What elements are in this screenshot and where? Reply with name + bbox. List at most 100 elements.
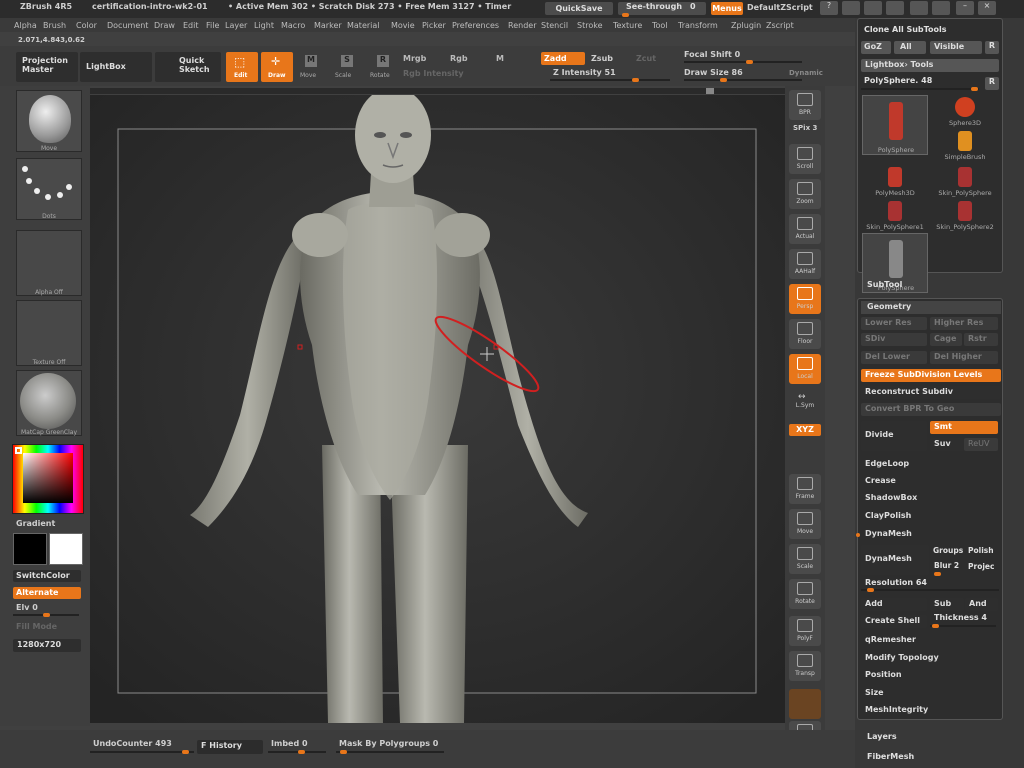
persp-button[interactable]: Persp <box>789 284 821 314</box>
m-button[interactable]: M <box>496 54 504 63</box>
focal-shift-slider[interactable]: Focal Shift 0 <box>684 50 804 64</box>
menus-button[interactable]: Menus <box>711 2 743 15</box>
position-section[interactable]: Position <box>861 669 1001 682</box>
default-zscript-button[interactable]: DefaultZScript <box>747 3 813 12</box>
lightbox-button[interactable]: LightBox <box>80 52 152 82</box>
document-canvas[interactable] <box>90 87 785 723</box>
polyf-button[interactable]: PolyF <box>789 616 821 646</box>
visible-button[interactable]: Visible <box>930 41 982 54</box>
mask-knob[interactable] <box>340 750 347 754</box>
draw-size-knob[interactable] <box>720 78 727 82</box>
tool-thumb-0[interactable]: PolySphere <box>862 95 928 155</box>
menu-draw[interactable]: Draw <box>154 21 175 30</box>
menu-alpha[interactable]: Alpha <box>14 21 37 30</box>
rotate-view-button[interactable]: Rotate <box>789 579 821 609</box>
menu-edit[interactable]: Edit <box>183 21 199 30</box>
close-icon[interactable]: × <box>978 1 996 15</box>
lsym-button[interactable]: ↔ L.Sym <box>789 392 821 412</box>
menu-transform[interactable]: Transform <box>678 21 718 30</box>
sub-button[interactable]: Sub <box>930 598 964 611</box>
lightbox-tools-button[interactable]: Lightbox› Tools <box>861 59 999 72</box>
menu-light[interactable]: Light <box>254 21 274 30</box>
lock-icon[interactable] <box>932 1 950 15</box>
see-through-slider[interactable]: See-through 0 <box>618 2 706 17</box>
del-higher-button[interactable]: Del Higher <box>930 351 998 364</box>
material-swatch[interactable] <box>789 689 821 719</box>
tool-thumb-3[interactable]: PolyMesh3D <box>862 165 928 199</box>
palette-icon[interactable] <box>886 1 904 15</box>
freeze-subdivision-button[interactable]: Freeze SubDivision Levels <box>861 369 1001 382</box>
tool-thumb-6[interactable]: Skin_PolySphere2 <box>932 199 998 233</box>
menu-zplugin[interactable]: Zplugin <box>731 21 761 30</box>
floor-button[interactable]: Floor <box>789 319 821 349</box>
menu-movie[interactable]: Movie <box>391 21 415 30</box>
tool-thumb-4[interactable]: Skin_PolySphere <box>932 165 998 199</box>
menu-stroke[interactable]: Stroke <box>577 21 603 30</box>
quick-sketch-button[interactable]: Quick Sketch <box>155 52 221 82</box>
reuv-button[interactable]: ReUV <box>964 438 998 451</box>
menu-document[interactable]: Document <box>107 21 148 30</box>
polysphere-knob[interactable] <box>971 87 978 91</box>
add-button[interactable]: Add <box>861 598 927 611</box>
mask-by-polygroups-slider[interactable]: Mask By Polygroups 0 <box>336 739 446 754</box>
claypolish-section[interactable]: ClayPolish <box>861 510 1001 523</box>
imbed-knob[interactable] <box>298 750 305 754</box>
polish-button[interactable]: Polish <box>968 546 994 555</box>
sdiv-slider[interactable]: SDiv <box>861 333 927 346</box>
edgeloop-section[interactable]: EdgeLoop <box>861 458 1001 471</box>
menu-macro[interactable]: Macro <box>281 21 305 30</box>
all-button[interactable]: All <box>894 41 926 54</box>
menu-render[interactable]: Render <box>508 21 536 30</box>
draw-size-slider[interactable]: Draw Size 86 <box>684 68 804 82</box>
edit-button[interactable]: ⬚ Edit <box>226 52 258 82</box>
primary-color-swatch[interactable] <box>13 533 47 565</box>
menu-picker[interactable]: Picker <box>422 21 446 30</box>
secondary-color-swatch[interactable] <box>49 533 83 565</box>
menu-file[interactable]: File <box>206 21 219 30</box>
clone-all-subtools-button[interactable]: Clone All SubTools <box>864 25 947 34</box>
actual-button[interactable]: Actual <box>789 214 821 244</box>
tool-thumb-5[interactable]: Skin_PolySphere1 <box>862 199 928 233</box>
higher-res-button[interactable]: Higher Res <box>930 317 998 330</box>
aahalf-button[interactable]: AAHalf <box>789 249 821 279</box>
elv-knob[interactable] <box>43 613 50 617</box>
switch-color-button[interactable]: SwitchColor <box>13 570 81 582</box>
modify-topology-section[interactable]: Modify Topology <box>861 652 1001 665</box>
rotate-button[interactable]: R Rotate <box>368 52 398 82</box>
scroll-button[interactable]: Scroll <box>789 144 821 174</box>
gradient-button[interactable]: Gradient <box>16 519 55 528</box>
move-button[interactable]: M Move <box>296 52 326 82</box>
transp-button[interactable]: Transp <box>789 651 821 681</box>
history-button[interactable]: F History <box>197 740 263 754</box>
scale-button[interactable]: S Scale <box>332 52 362 82</box>
spix-slider[interactable]: SPix 3 <box>793 124 817 132</box>
menu-brush[interactable]: Brush <box>43 21 66 30</box>
alpha-thumbnail[interactable]: Alpha Off <box>16 230 82 296</box>
zadd-button[interactable]: Zadd <box>541 52 585 65</box>
alternate-button[interactable]: Alternate <box>13 587 81 599</box>
fibermesh-header[interactable]: FiberMesh <box>867 752 914 761</box>
thickness-knob[interactable] <box>932 624 939 628</box>
size-section[interactable]: Size <box>861 687 1001 700</box>
menu-color[interactable]: Color <box>76 21 97 30</box>
save-icon[interactable] <box>910 1 928 15</box>
thickness-slider[interactable]: Thickness 4 <box>930 613 998 629</box>
smt-button[interactable]: Smt <box>930 421 998 434</box>
quicksave-button[interactable]: QuickSave <box>545 2 613 15</box>
and-button[interactable]: And <box>965 598 998 611</box>
local-button[interactable]: Local <box>789 354 821 384</box>
goz-button[interactable]: GoZ <box>861 41 891 54</box>
menu-zscript[interactable]: Zscript <box>766 21 794 30</box>
focal-shift-knob[interactable] <box>746 60 753 64</box>
z-intensity-knob[interactable] <box>632 78 639 82</box>
crease-section[interactable]: Crease <box>861 475 1001 488</box>
projection-master-button[interactable]: Projection Master <box>16 52 78 82</box>
xyz-button[interactable]: XYZ <box>789 424 821 436</box>
r-button[interactable]: R <box>985 41 999 54</box>
zoom-button[interactable]: Zoom <box>789 179 821 209</box>
model-viewport[interactable] <box>90 87 785 723</box>
canvas-scroll-handle[interactable] <box>706 88 714 94</box>
material-thumbnail[interactable]: MatCap GreenClay <box>16 370 82 436</box>
color-cursor[interactable] <box>15 447 22 454</box>
create-shell-button[interactable]: Create Shell <box>861 615 927 628</box>
